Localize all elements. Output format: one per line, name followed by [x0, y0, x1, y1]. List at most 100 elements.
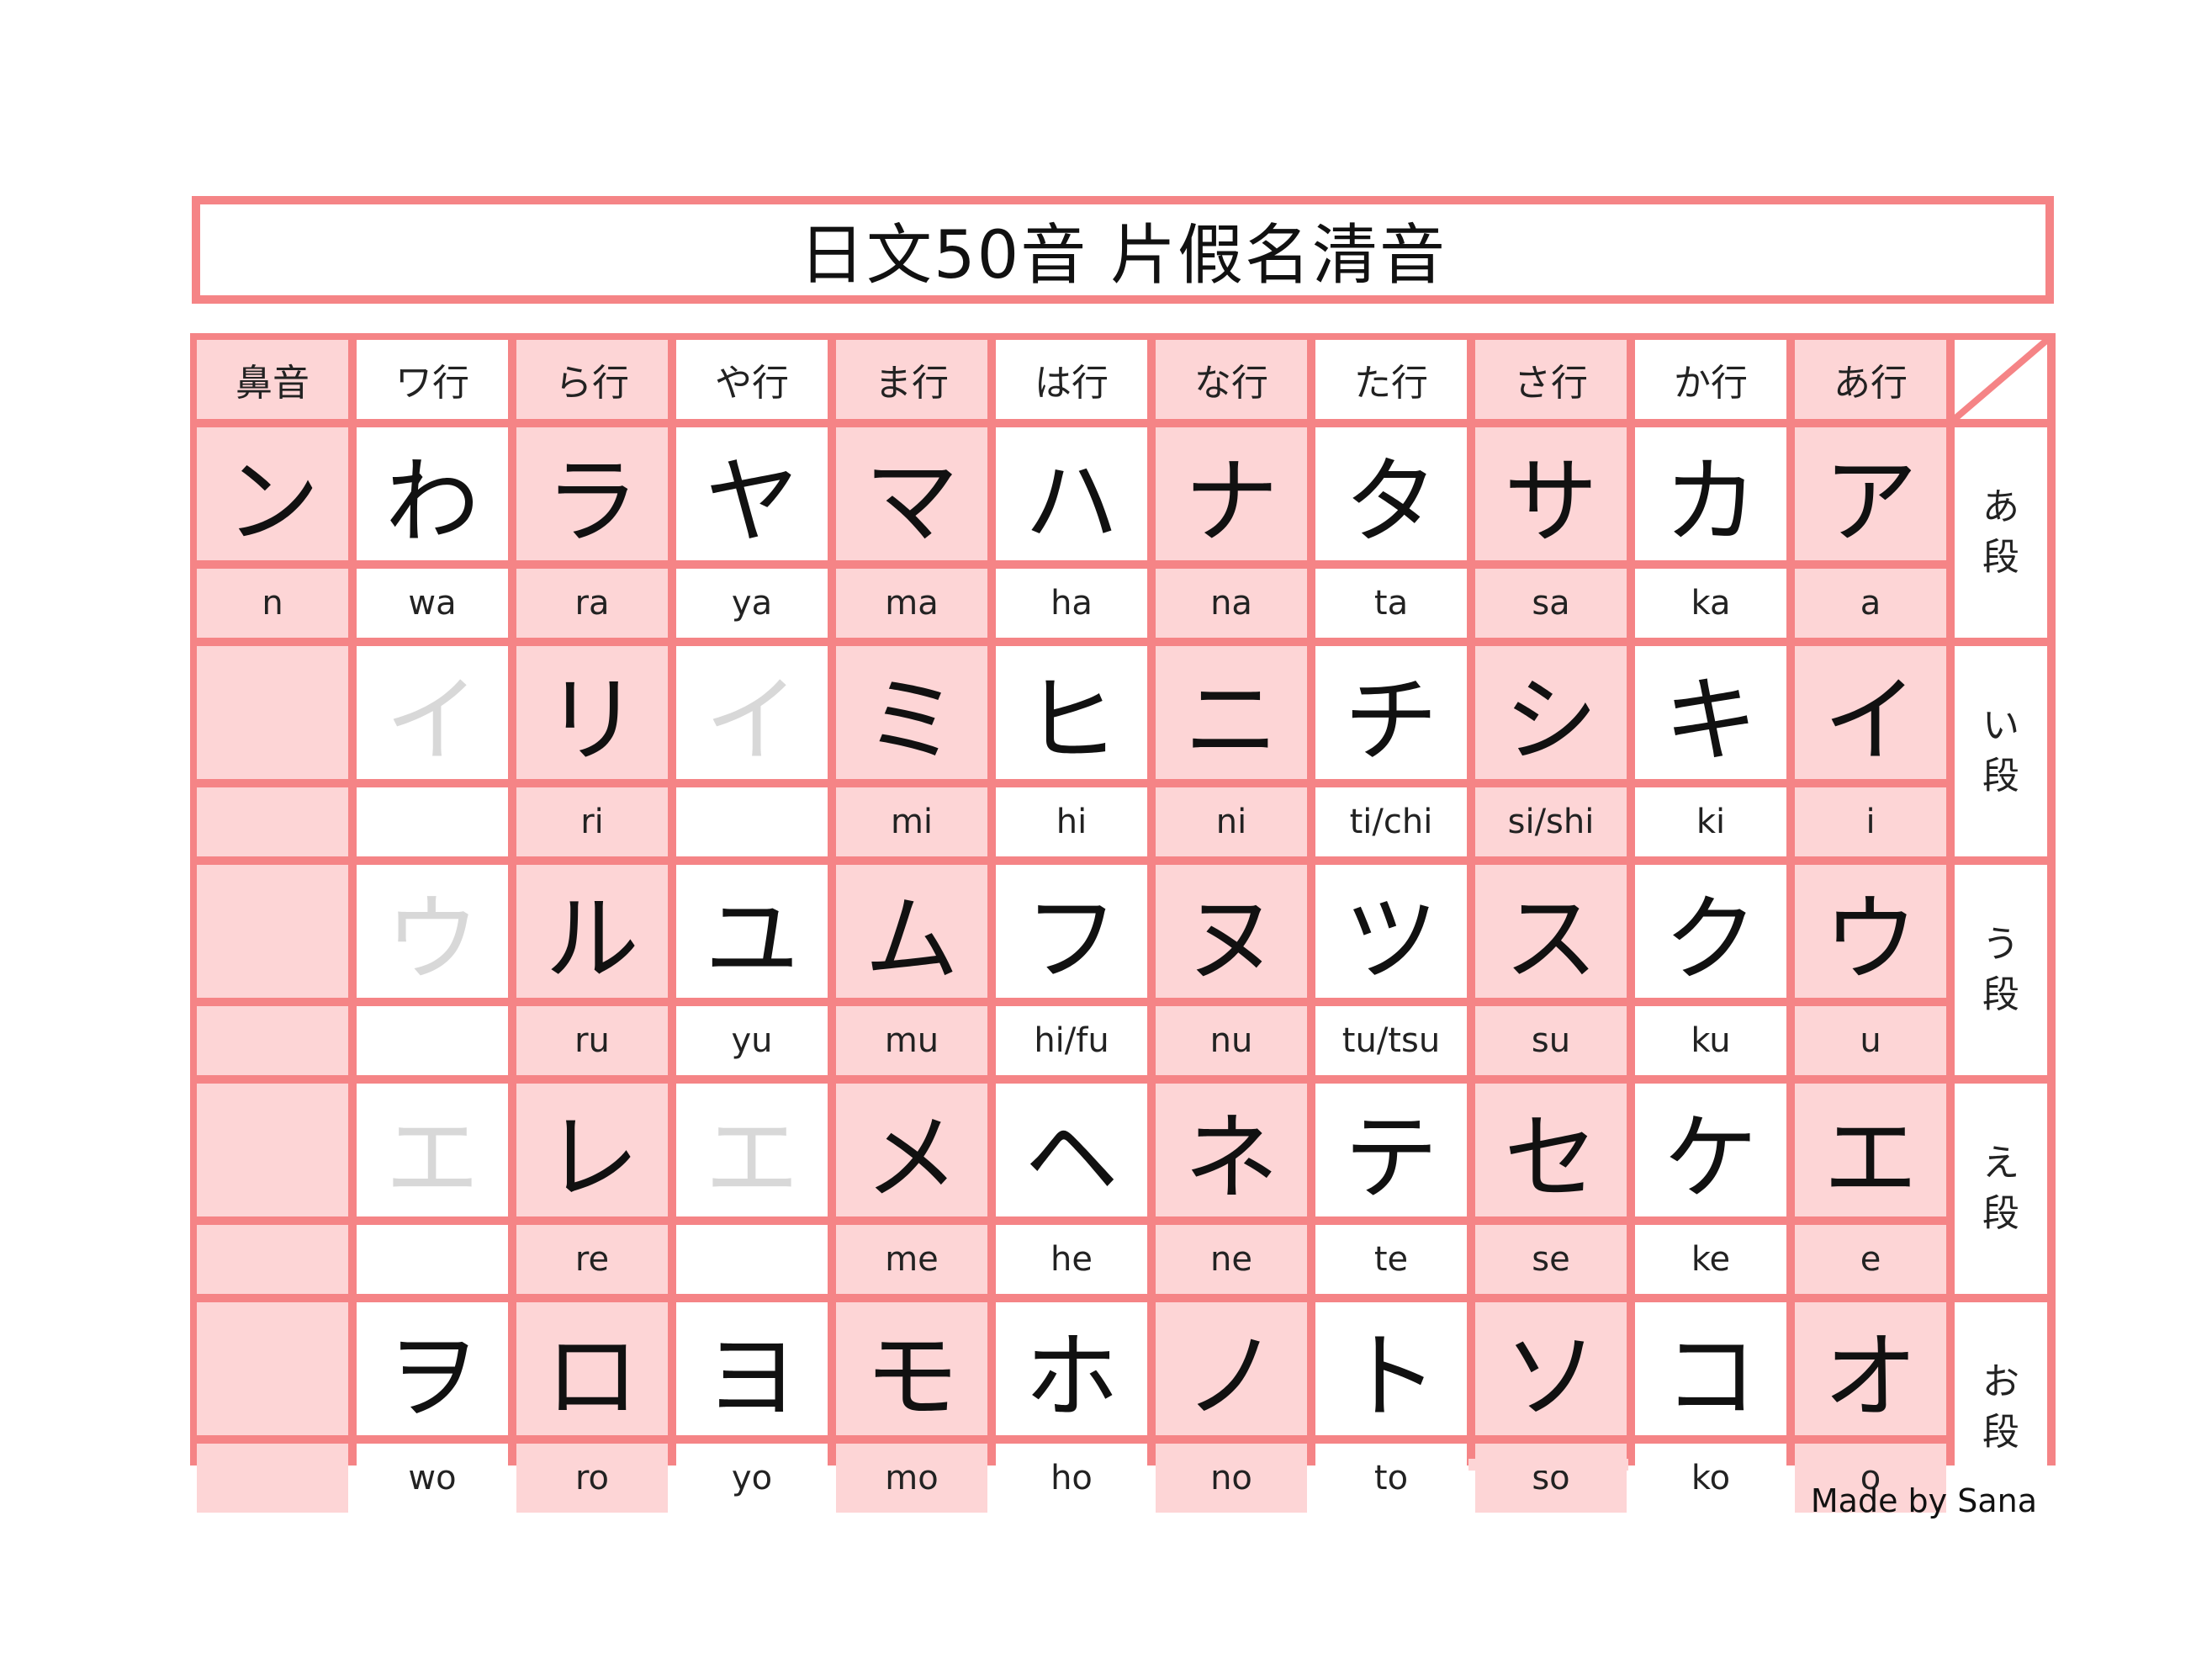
kana-cell: シ	[1475, 646, 1627, 779]
kana-cell: モ	[836, 1302, 987, 1435]
romaji-cell: se	[1475, 1225, 1627, 1294]
kana-cell: ケ	[1635, 1084, 1786, 1216]
romaji-cell: ni	[1156, 787, 1307, 856]
romaji-cell: yu	[676, 1006, 828, 1075]
kana-cell: ン	[197, 427, 348, 560]
dan-label-text: え段	[1982, 1142, 2019, 1235]
kana-cell: エ	[1795, 1084, 1946, 1216]
romaji-cell: mu	[836, 1006, 987, 1075]
romaji-cell: mi	[836, 787, 987, 856]
romaji-cell: ne	[1156, 1225, 1307, 1294]
kana-cell: ラ	[516, 427, 668, 560]
kana-cell: タ	[1315, 427, 1467, 560]
kana-cell: ツ	[1315, 865, 1467, 998]
kana-cell: キ	[1635, 646, 1786, 779]
romaji-cell	[357, 1225, 508, 1294]
romaji-cell: ku	[1635, 1006, 1786, 1075]
romaji-cell: me	[836, 1225, 987, 1294]
kana-cell: ア	[1795, 427, 1946, 560]
kana-cell: ヒ	[996, 646, 1147, 779]
romaji-cell: he	[996, 1225, 1147, 1294]
kana-cell	[197, 865, 348, 998]
row-label-dan: う段	[1955, 865, 2047, 1075]
kana-cell: ミ	[836, 646, 987, 779]
kana-cell: ロ	[516, 1302, 668, 1435]
kana-cell: ル	[516, 865, 668, 998]
kana-cell: ホ	[996, 1302, 1147, 1435]
kana-cell: ノ	[1156, 1302, 1307, 1435]
romaji-cell: e	[1795, 1225, 1946, 1294]
dan-label-text: う段	[1982, 923, 2019, 1016]
column-header: な行	[1156, 340, 1307, 419]
kana-cell: わ	[357, 427, 508, 560]
column-header: さ行	[1475, 340, 1627, 419]
romaji-cell: i	[1795, 787, 1946, 856]
romaji-cell: to	[1315, 1444, 1467, 1513]
romaji-cell: hi	[996, 787, 1147, 856]
kana-cell: カ	[1635, 427, 1786, 560]
romaji-cell: ya	[676, 569, 828, 638]
kana-cell: ク	[1635, 865, 1786, 998]
kana-cell: ヲ	[357, 1302, 508, 1435]
romaji-cell: a	[1795, 569, 1946, 638]
kana-cell: セ	[1475, 1084, 1627, 1216]
kana-cell: ヤ	[676, 427, 828, 560]
kana-cell: エ	[676, 1084, 828, 1216]
romaji-cell: ko	[1635, 1444, 1786, 1513]
kana-cell: ム	[836, 865, 987, 998]
romaji-cell: so	[1475, 1444, 1627, 1513]
romaji-cell: ma	[836, 569, 987, 638]
row-label-dan: あ段	[1955, 427, 2047, 638]
dan-label-text: い段	[1982, 704, 2019, 798]
kana-cell	[197, 646, 348, 779]
kana-cell: チ	[1315, 646, 1467, 779]
romaji-cell: wa	[357, 569, 508, 638]
romaji-cell: ti/chi	[1315, 787, 1467, 856]
row-label-dan: い段	[1955, 646, 2047, 856]
kana-cell: ト	[1315, 1302, 1467, 1435]
diagonal-line-icon	[1955, 340, 2047, 419]
kana-cell: オ	[1795, 1302, 1946, 1435]
romaji-cell: ra	[516, 569, 668, 638]
romaji-cell: ke	[1635, 1225, 1786, 1294]
column-header: ワ行	[357, 340, 508, 419]
romaji-cell: ru	[516, 1006, 668, 1075]
kana-cell: リ	[516, 646, 668, 779]
column-header: か行	[1635, 340, 1786, 419]
romaji-cell: si/shi	[1475, 787, 1627, 856]
romaji-cell: no	[1156, 1444, 1307, 1513]
kana-cell: エ	[357, 1084, 508, 1216]
column-header: は行	[996, 340, 1147, 419]
kana-cell: ユ	[676, 865, 828, 998]
kana-cell: ウ	[1795, 865, 1946, 998]
romaji-cell: te	[1315, 1225, 1467, 1294]
kana-cell: ニ	[1156, 646, 1307, 779]
kana-cell: ウ	[357, 865, 508, 998]
kana-cell: ソ	[1475, 1302, 1627, 1435]
romaji-cell: ri	[516, 787, 668, 856]
romaji-cell	[357, 1006, 508, 1075]
romaji-cell: re	[516, 1225, 668, 1294]
romaji-cell: tu/tsu	[1315, 1006, 1467, 1075]
kana-cell: フ	[996, 865, 1147, 998]
kana-cell: コ	[1635, 1302, 1786, 1435]
dan-label-text: お段	[1982, 1360, 2019, 1454]
chart-title: 日文50音 片假名清音	[798, 218, 1447, 294]
romaji-cell: ta	[1315, 569, 1467, 638]
column-header: ま行	[836, 340, 987, 419]
kana-cell: レ	[516, 1084, 668, 1216]
kana-cell: ス	[1475, 865, 1627, 998]
column-header: ら行	[516, 340, 668, 419]
romaji-cell: wo	[357, 1444, 508, 1513]
so-column-highlight	[1468, 1459, 1628, 1471]
kana-cell: マ	[836, 427, 987, 560]
romaji-cell	[357, 787, 508, 856]
kana-cell: ネ	[1156, 1084, 1307, 1216]
column-header: た行	[1315, 340, 1467, 419]
column-header: あ行	[1795, 340, 1946, 419]
row-label-dan: お段	[1955, 1302, 2047, 1513]
romaji-cell: ho	[996, 1444, 1147, 1513]
kana-cell: ヨ	[676, 1302, 828, 1435]
kana-cell: イ	[1795, 646, 1946, 779]
romaji-cell: su	[1475, 1006, 1627, 1075]
